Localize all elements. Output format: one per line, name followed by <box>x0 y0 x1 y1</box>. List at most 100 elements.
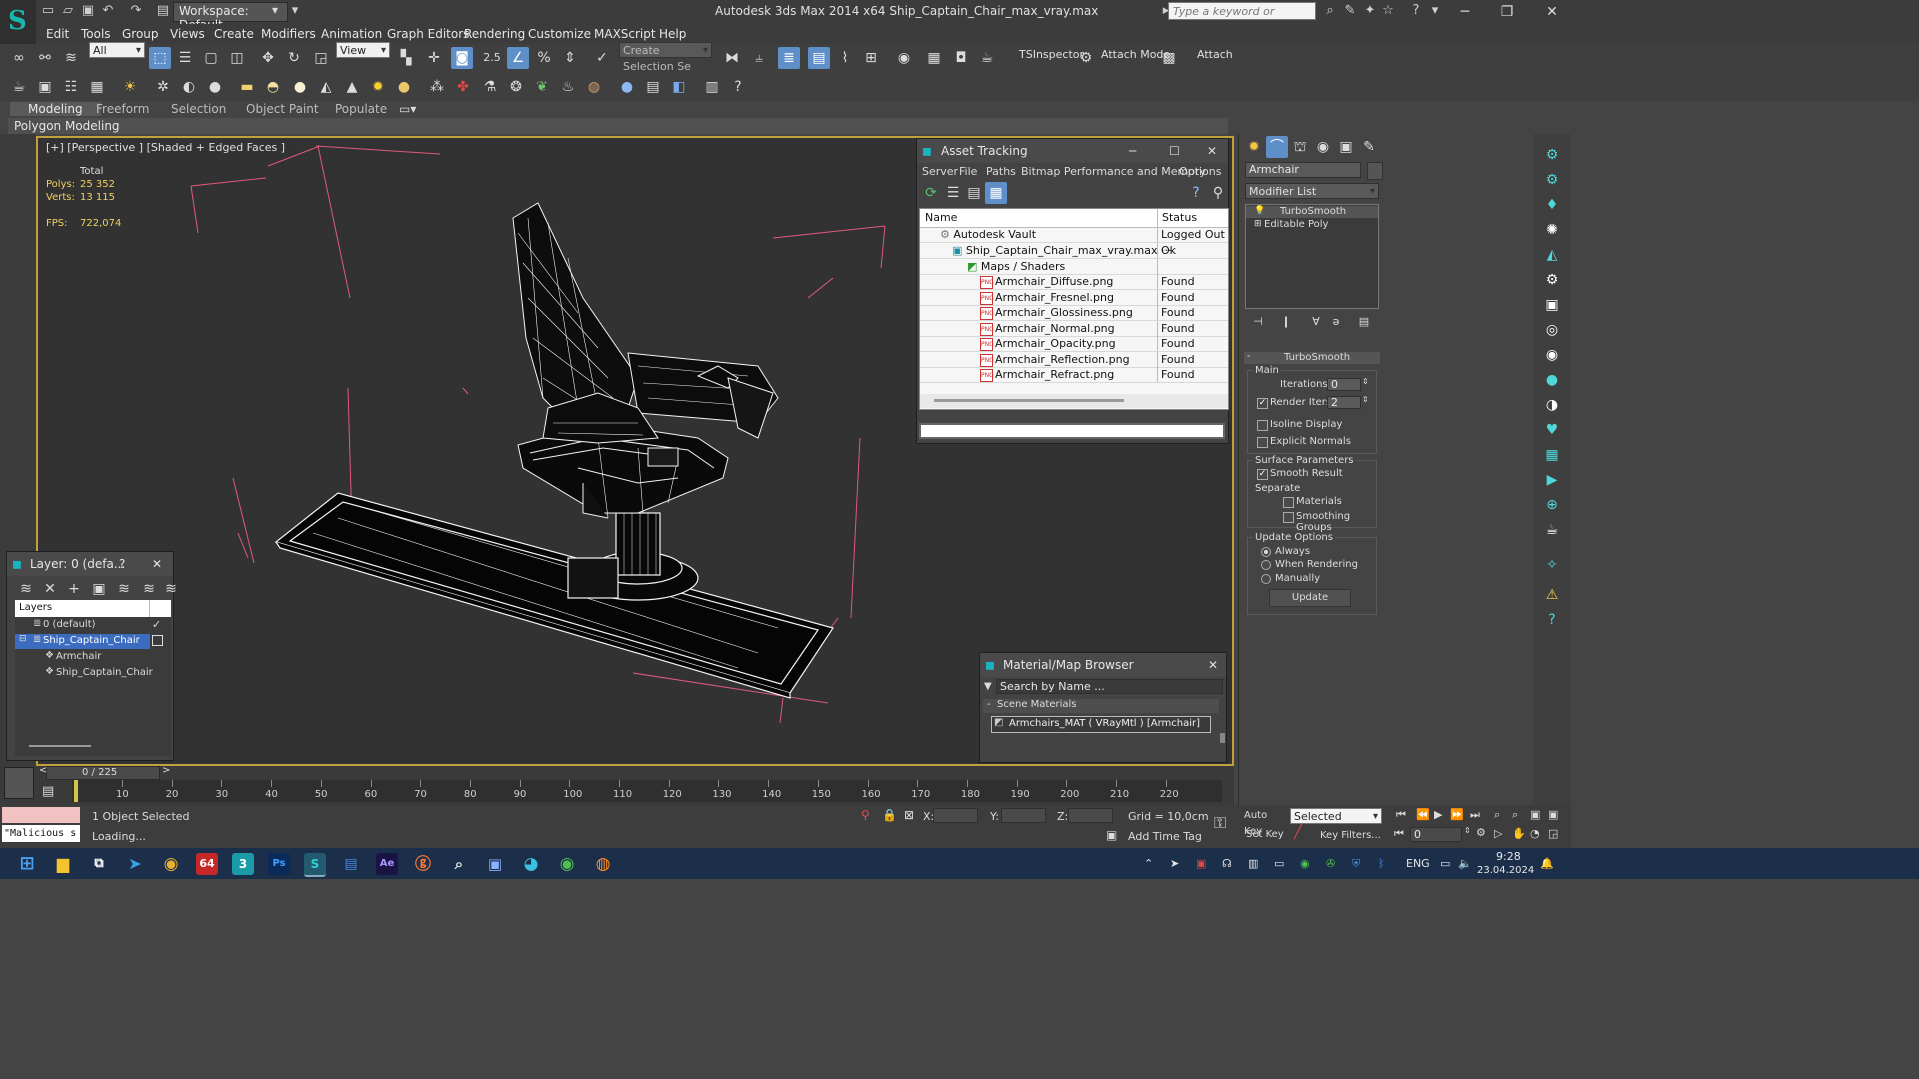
menu-modifiers[interactable]: Modifiers <box>261 27 316 41</box>
tray-headset-icon[interactable]: ☊ <box>1222 857 1232 870</box>
table-row[interactable]: ◩ Maps / Shaders <box>920 259 1228 275</box>
remove-modifier-icon[interactable]: ǝ <box>1325 311 1347 333</box>
go-to-end-icon[interactable]: ⏭ <box>1470 808 1480 822</box>
y-coordinate-field[interactable] <box>1001 808 1046 823</box>
cone-icon[interactable]: ◭ <box>1541 244 1563 266</box>
hierarchy-tab-icon[interactable]: ⛫ <box>1289 136 1311 158</box>
lights-icon[interactable]: ✧ <box>1541 554 1563 576</box>
binoculars-icon[interactable]: ⌕ <box>1322 3 1338 19</box>
tray-record-icon[interactable]: ▣ <box>1196 857 1206 870</box>
camera-icon[interactable]: ◎ <box>1541 319 1563 341</box>
isoline-display-checkbox[interactable] <box>1257 420 1268 431</box>
rectangular-selection-icon[interactable]: ▢ <box>200 47 222 69</box>
time-tag-icon[interactable]: ▣ <box>1106 828 1117 842</box>
separate-smoothing-groups-checkbox[interactable] <box>1283 512 1294 523</box>
menu-views[interactable]: Views <box>170 27 205 41</box>
add-to-layer-icon[interactable]: + <box>63 578 85 600</box>
hide-all-icon[interactable]: ≋ <box>138 578 160 600</box>
table-view-icon[interactable]: ▦ <box>985 182 1007 204</box>
material-search-input[interactable]: Search by Name ... <box>996 679 1223 694</box>
render-icon[interactable]: ◉ <box>1541 344 1563 366</box>
file-explorer-icon[interactable]: ▆ <box>52 853 74 875</box>
dropdown-arrow-icon[interactable]: ▾ <box>287 3 303 19</box>
refresh-icon[interactable]: ⟳ <box>920 182 942 204</box>
attach-mode-icon[interactable]: ⚙ <box>1075 47 1097 69</box>
windows-start-icon[interactable]: ⊞ <box>16 853 38 875</box>
list-icon[interactable]: ☷ <box>60 76 82 98</box>
bind-space-warp-icon[interactable]: ≋ <box>60 47 82 69</box>
spinner-arrows-icon[interactable]: ⇕ <box>1362 395 1369 404</box>
particles-icon[interactable]: ⁂ <box>426 76 448 98</box>
move-icon[interactable]: ✥ <box>257 47 279 69</box>
help-dropdown-icon[interactable]: ▾ <box>1427 3 1443 19</box>
menu-group[interactable]: Group <box>122 27 159 41</box>
next-key-icon[interactable]: ⏩ <box>1450 808 1464 821</box>
project-folder-icon[interactable]: ▤ <box>155 3 171 19</box>
tools-icon[interactable]: ✎ <box>1342 3 1358 19</box>
percent-snap-icon[interactable]: % <box>533 47 555 69</box>
sphere-light-icon[interactable]: ● <box>289 76 311 98</box>
path-input[interactable] <box>919 423 1225 439</box>
create-layer-icon[interactable]: ≋ <box>15 578 37 600</box>
previous-frame-icon[interactable]: < <box>39 765 47 776</box>
tree-view-icon[interactable]: ▤ <box>963 182 985 204</box>
select-manipulate-icon[interactable]: ✛ <box>423 47 445 69</box>
schematic-view-icon[interactable]: ⊞ <box>860 47 882 69</box>
zoom-extents-icon[interactable]: ▣ <box>1530 808 1540 821</box>
table-row[interactable]: ▣ Ship_Captain_Chair_max_vray.max Ok <box>920 243 1228 259</box>
redo-icon[interactable]: ↷ <box>128 3 144 19</box>
current-frame-field[interactable]: 0 <box>1410 827 1462 842</box>
tab-selection[interactable]: Selection <box>171 102 226 116</box>
cone-light-icon[interactable]: ▲ <box>341 76 363 98</box>
column-name[interactable]: Name <box>925 211 957 224</box>
scene-materials-header[interactable]: - Scene Materials <box>983 699 1219 713</box>
edge-icon[interactable]: ◕ <box>520 853 542 875</box>
reference-coordinate-dropdown[interactable]: View <box>336 42 390 59</box>
grass-icon[interactable]: ❦ <box>531 76 553 98</box>
new-file-icon[interactable]: ▭ <box>40 3 56 19</box>
key-filters-button[interactable]: Key Filters... <box>1320 830 1381 841</box>
set-key-button[interactable]: Set Key <box>1246 827 1286 843</box>
undo-icon[interactable]: ↶ <box>100 3 116 19</box>
tab-populate[interactable]: Populate <box>335 102 387 116</box>
scrollbar-thumb[interactable] <box>29 745 91 747</box>
named-selection-dropdown[interactable]: Create Selection Se <box>619 42 712 73</box>
modifier-list-dropdown[interactable]: Modifier List <box>1245 183 1379 200</box>
pan-icon[interactable]: ✋ <box>1512 827 1526 840</box>
proxy-icon[interactable]: ⚗ <box>479 76 501 98</box>
tab-freeform[interactable]: Freeform <box>96 102 149 116</box>
auto-key-button[interactable]: Auto Key <box>1244 808 1286 837</box>
time-config-icon[interactable]: ⚙ <box>1476 826 1486 839</box>
separate-materials-checkbox[interactable] <box>1283 497 1294 508</box>
tray-telegram-icon[interactable]: ➤ <box>1170 857 1179 870</box>
modify-tab-icon[interactable]: ⌒ <box>1266 136 1288 158</box>
ribbon-options-icon[interactable]: ▭▾ <box>399 102 416 116</box>
highlight-layer-icon[interactable]: ≋ <box>113 578 135 600</box>
turbosmooth-rollout-header[interactable]: - TurboSmooth <box>1244 351 1380 364</box>
task-view-icon[interactable]: ⧉ <box>88 853 110 875</box>
check-icon[interactable]: ✓ <box>152 618 161 631</box>
menu-customize[interactable]: Customize <box>528 27 591 41</box>
light-icon[interactable]: ♥ <box>1541 419 1563 441</box>
notification-icon[interactable]: 🔔 <box>1540 857 1554 870</box>
isolate-icon[interactable]: ⚲ <box>861 808 870 822</box>
maxscript-pink-field[interactable] <box>2 807 80 823</box>
select-layer-icon[interactable]: ▣ <box>88 578 110 600</box>
spinner-snap-icon[interactable]: ⇕ <box>559 47 581 69</box>
menu-animation[interactable]: Animation <box>321 27 382 41</box>
list-item[interactable]: ⊟ ≣ Ship_Captain_Chair <box>15 634 150 649</box>
tray-network-icon[interactable]: ▥ <box>1248 857 1258 870</box>
globe-icon[interactable]: ◑ <box>1541 394 1563 416</box>
table-row[interactable]: PNGArmchair_Normal.png Found <box>920 321 1228 337</box>
key-mode-dropdown[interactable]: Selected <box>1290 808 1382 825</box>
render-iters-spinner[interactable]: 2 <box>1327 396 1361 409</box>
scale-icon[interactable]: ◲ <box>310 47 332 69</box>
close-icon[interactable]: ✕ <box>1207 144 1217 158</box>
render-frame-icon[interactable]: ◘ <box>950 47 972 69</box>
teapot-icon[interactable]: ☕ <box>1541 519 1563 541</box>
plane-icon[interactable]: ▬ <box>236 76 258 98</box>
help-icon[interactable]: ? <box>1408 3 1424 19</box>
options-arrow-icon[interactable]: ▼ <box>984 681 992 692</box>
menu-create[interactable]: Create <box>214 27 254 41</box>
z-coordinate-field[interactable] <box>1068 808 1113 823</box>
